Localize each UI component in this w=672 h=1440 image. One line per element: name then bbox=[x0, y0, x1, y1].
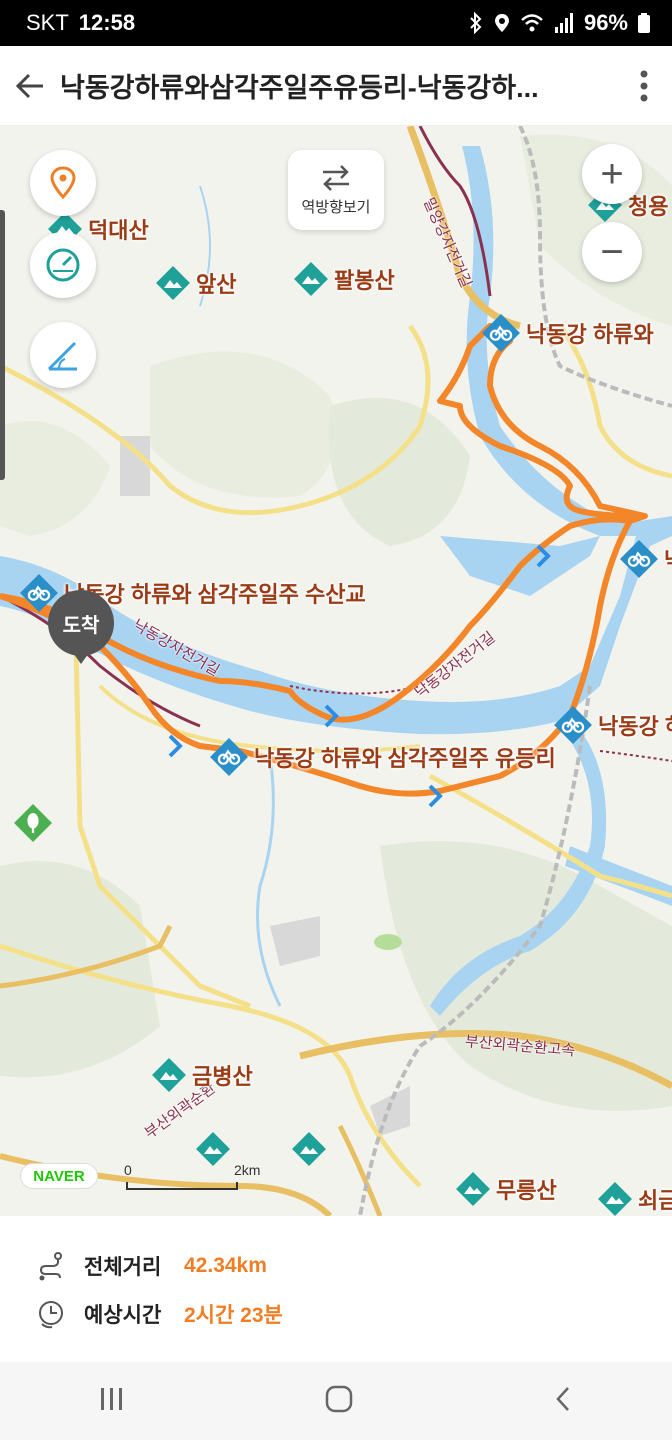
scale-bar bbox=[126, 1182, 238, 1190]
poi-unnamed-mountain-2[interactable] bbox=[292, 1132, 326, 1166]
home-button[interactable] bbox=[324, 1384, 354, 1419]
tree-icon bbox=[14, 804, 52, 842]
poi-label: 무릉산 bbox=[496, 1178, 557, 1203]
poi-label: 낙동강 하류와 삼각주일주 유등리 bbox=[254, 746, 556, 771]
zoom-in-button[interactable]: + bbox=[582, 144, 642, 204]
swap-arrows-icon bbox=[323, 164, 349, 191]
location-icon bbox=[494, 14, 509, 32]
location-pin-icon bbox=[50, 166, 76, 200]
poi-label: 앞산 bbox=[196, 272, 237, 297]
bike-icon bbox=[620, 540, 658, 578]
poi-soegeum[interactable]: 쇠금 bbox=[598, 1182, 672, 1216]
bike-icon bbox=[210, 738, 248, 776]
poi-label: 낙 bbox=[664, 543, 672, 575]
poi-nakdong-upper[interactable]: 낙동강 하류와 bbox=[482, 314, 654, 352]
poi-label: 쇠금 bbox=[638, 1188, 672, 1213]
poi-label: 낙동강 하류와 bbox=[526, 322, 654, 347]
home-icon bbox=[325, 1385, 353, 1412]
my-location-button[interactable] bbox=[30, 150, 96, 216]
poi-label: 낙동강 하류와 삼각주일주 수산교 bbox=[64, 582, 366, 607]
mountain-icon bbox=[196, 1132, 230, 1166]
poi-yudeungri[interactable]: 낙동강 하류와 삼각주일주 유등리 bbox=[210, 738, 556, 776]
reverse-direction-label: 역방향보기 bbox=[301, 198, 371, 216]
time-label: 예상시간 bbox=[84, 1304, 162, 1327]
poi-mureungsan[interactable]: 무릉산 bbox=[456, 1172, 557, 1206]
mountain-icon bbox=[156, 266, 190, 300]
system-back-button[interactable] bbox=[553, 1385, 573, 1418]
reverse-direction-button[interactable]: 역방향보기 bbox=[288, 150, 384, 230]
poi-apsan[interactable]: 앞산 bbox=[156, 266, 236, 300]
poi-nakdong-right-top[interactable]: 낙 bbox=[620, 540, 672, 578]
page-title: 낙동강하류와삼각주일주유등리-낙동강하... bbox=[60, 73, 539, 103]
poi-geumbyeongsan[interactable]: 금병산 bbox=[152, 1058, 253, 1092]
carrier-label: SKT bbox=[26, 10, 69, 35]
poi-label: 낙동강 하 bbox=[598, 714, 672, 739]
clock-time: 12:58 bbox=[78, 10, 136, 35]
slope-icon bbox=[47, 341, 77, 371]
distance-label: 전체거리 bbox=[84, 1256, 162, 1279]
map-scale: 0 2km bbox=[124, 1162, 260, 1192]
battery-icon bbox=[638, 13, 650, 33]
status-icons: 96% bbox=[468, 10, 650, 36]
scale-start: 0 bbox=[124, 1162, 132, 1178]
distance-value: 42.34km bbox=[184, 1254, 267, 1277]
zoom-out-button[interactable]: − bbox=[582, 222, 642, 282]
status-bar: SKT 12:58 96% bbox=[0, 0, 672, 46]
route-distance-icon bbox=[39, 1252, 62, 1281]
arrival-marker-tip bbox=[71, 650, 91, 664]
naver-logo: NAVER bbox=[20, 1163, 98, 1189]
bike-icon bbox=[482, 314, 520, 352]
side-handle[interactable] bbox=[0, 210, 5, 480]
mountain-icon bbox=[294, 262, 328, 296]
app-bar: 낙동강하류와삼각주일주유등리-낙동강하... bbox=[0, 46, 672, 126]
back-arrow-icon bbox=[15, 73, 43, 98]
bluetooth-icon bbox=[470, 12, 482, 34]
mountain-icon bbox=[456, 1172, 490, 1206]
mountain-icon bbox=[152, 1058, 186, 1092]
slope-button[interactable] bbox=[30, 322, 96, 388]
poi-label: 팔봉산 bbox=[334, 268, 395, 293]
route-summary: 전체거리 42.34km 예상시간 2시간 23분 bbox=[0, 1216, 672, 1362]
wifi-icon bbox=[521, 14, 543, 32]
signal-icon bbox=[554, 13, 573, 33]
map-view[interactable]: 밀양강자전거길 낙동강자전거길 낙동강자전거길 부산외곽순환고속 부산외곽순환 … bbox=[0, 126, 672, 1216]
poi-park[interactable] bbox=[14, 804, 52, 842]
distance-row: 전체거리 42.34km bbox=[36, 1250, 267, 1282]
recent-apps-button[interactable] bbox=[99, 1386, 125, 1417]
poi-palbongsan[interactable]: 팔봉산 bbox=[294, 262, 395, 296]
back-button[interactable] bbox=[0, 46, 60, 126]
poi-unnamed-mountain-1[interactable] bbox=[196, 1132, 230, 1166]
arrival-marker[interactable]: 도착 bbox=[48, 590, 114, 656]
more-options-button[interactable] bbox=[616, 46, 672, 126]
time-row: 예상시간 2시간 23분 bbox=[36, 1298, 283, 1330]
time-value: 2시간 23분 bbox=[184, 1304, 283, 1327]
poi-label: 금병산 bbox=[192, 1064, 253, 1089]
bike-icon bbox=[554, 706, 592, 744]
more-vert-icon bbox=[640, 70, 648, 101]
battery-percent: 96% bbox=[583, 10, 628, 35]
chevron-left-icon bbox=[555, 1386, 569, 1411]
speedometer-icon bbox=[46, 248, 80, 282]
scale-end: 2km bbox=[234, 1162, 261, 1178]
mountain-icon bbox=[598, 1182, 632, 1216]
speed-button[interactable] bbox=[30, 232, 96, 298]
poi-nakdong-right-mid[interactable]: 낙동강 하 bbox=[554, 706, 672, 744]
system-nav-bar bbox=[0, 1362, 672, 1440]
clock-icon bbox=[39, 1301, 63, 1329]
poi-label: 덕대산 bbox=[88, 218, 149, 243]
recent-apps-icon bbox=[101, 1387, 123, 1410]
mountain-icon bbox=[292, 1132, 326, 1166]
